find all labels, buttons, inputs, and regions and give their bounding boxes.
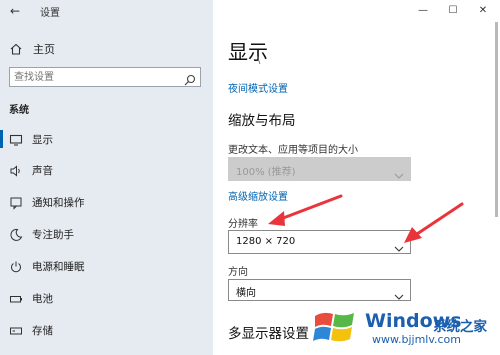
scrollbar-thumb[interactable] (495, 22, 498, 217)
monitor-icon (9, 132, 23, 146)
resolution-dropdown[interactable]: 1280 × 720 (228, 230, 411, 254)
scale-layout-heading: 缩放与布局 (228, 113, 296, 129)
app-title: 设置 (40, 8, 60, 19)
sidebar-item-power[interactable]: 电源和睡眠 (0, 253, 213, 279)
sidebar-item-notifications[interactable]: 通知和操作 (0, 189, 213, 215)
title-bar (0, 0, 213, 22)
back-button[interactable]: ← (6, 3, 24, 19)
page-title: 显示 (228, 40, 268, 64)
notification-icon (9, 195, 23, 210)
multi-display-heading: 多显示器设置 (228, 326, 309, 342)
sidebar-item-focus-assist[interactable]: 专注助手 (0, 221, 213, 247)
battery-icon (9, 291, 23, 305)
storage-icon (9, 323, 23, 337)
sidebar-item-label: 电池 (32, 293, 53, 305)
sidebar-item-label: 声音 (32, 165, 53, 177)
search-box[interactable] (9, 67, 201, 87)
scrolled-text-fragment: \ (257, 55, 261, 66)
search-input[interactable] (14, 70, 174, 84)
resolution-label: 分辨率 (228, 219, 258, 230)
sidebar-item-label: 主页 (33, 43, 55, 56)
chevron-down-icon (394, 165, 404, 179)
scrollbar[interactable] (494, 22, 499, 355)
section-heading: 系统 (9, 105, 29, 116)
orientation-dropdown[interactable]: 横向 (228, 279, 411, 301)
active-indicator (0, 130, 3, 148)
sidebar-item-label: 电源和睡眠 (32, 261, 85, 273)
close-button[interactable]: ✕ (468, 0, 498, 22)
minimize-button[interactable]: — (408, 0, 438, 22)
scale-dropdown[interactable]: 100% (推荐) (228, 157, 411, 181)
sidebar-item-battery[interactable]: 电池 (0, 285, 213, 311)
home-icon (9, 41, 23, 55)
sidebar-item-label: 显示 (32, 134, 53, 146)
orientation-value: 横向 (236, 288, 256, 299)
sidebar-item-home[interactable] (0, 36, 213, 60)
sidebar-item-sound[interactable]: 声音 (0, 157, 213, 183)
scale-value: 100% (推荐) (236, 167, 296, 178)
windows-logo (312, 308, 358, 346)
sidebar-item-label: 通知和操作 (32, 197, 85, 209)
watermark-site-name: 系统之家 (433, 319, 487, 335)
night-light-settings-link[interactable]: 夜间模式设置 (228, 80, 288, 95)
speaker-icon (9, 163, 23, 177)
maximize-button[interactable]: ☐ (438, 0, 468, 22)
search-icon[interactable] (184, 71, 196, 86)
orientation-label: 方向 (228, 267, 248, 278)
sidebar-item-display[interactable]: 显示 (0, 126, 213, 152)
moon-icon (9, 227, 23, 241)
chevron-down-icon (394, 238, 404, 252)
watermark-url: www.bjjmlv.com (372, 333, 461, 346)
power-icon (9, 259, 23, 273)
chevron-down-icon (394, 286, 404, 300)
advanced-scaling-link[interactable]: 高级缩放设置 (228, 188, 288, 203)
sidebar-item-storage[interactable]: 存储 (0, 317, 213, 343)
sidebar-item-label: 专注助手 (32, 229, 74, 241)
window-controls: — ☐ ✕ (400, 0, 500, 22)
sidebar-item-label: 存储 (32, 325, 53, 337)
resolution-value: 1280 × 720 (236, 236, 296, 247)
scale-label: 更改文本、应用等项目的大小 (228, 145, 358, 156)
